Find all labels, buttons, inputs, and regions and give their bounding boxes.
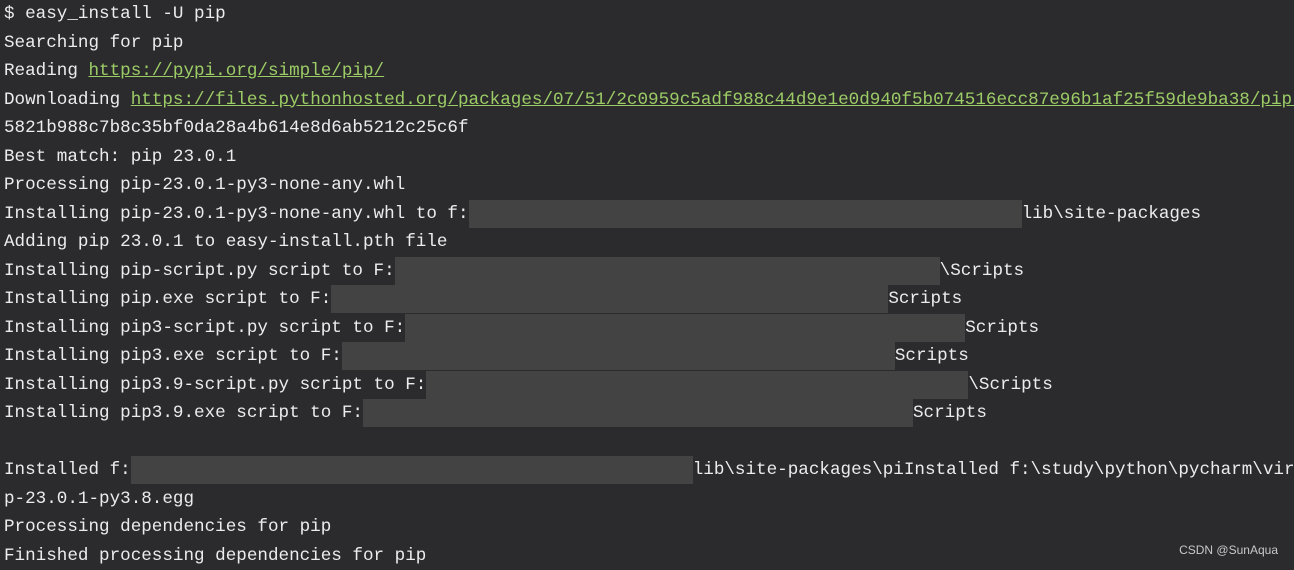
line-text: lib\site-packages\piInstalled f:\study\p… (693, 460, 1294, 480)
redacted-path (405, 314, 965, 342)
line-text: \Scripts (940, 261, 1024, 281)
output-line: p-23.0.1-py3.8.egg (4, 485, 1294, 514)
output-line: 5821b988c7b8c35bf0da28a4b614e8d6ab5212c2… (4, 114, 1294, 143)
output-line: Installing pip.exe script to F: Scripts (4, 285, 1294, 314)
redacted-path (395, 257, 940, 285)
redacted-path (342, 342, 895, 370)
line-text: Installing pip3-script.py script to F: (4, 318, 405, 338)
output-line: Installing pip3-script.py script to F: Sc… (4, 314, 1294, 343)
line-text: Scripts (888, 289, 962, 309)
output-line: Installing pip-script.py script to F: \Sc… (4, 257, 1294, 286)
output-line: Installing pip-23.0.1-py3-none-any.whl t… (4, 200, 1294, 229)
output-line: Installing pip3.exe script to F: Scripts (4, 342, 1294, 371)
reading-link[interactable]: https://pypi.org/simple/pip/ (88, 61, 384, 81)
output-line: Installed f: lib\site-packages\piInstalle… (4, 456, 1294, 485)
watermark: CSDN @SunAqua (1179, 543, 1278, 557)
output-line: Processing dependencies for pip (4, 513, 1294, 542)
line-text: \Scripts (968, 375, 1052, 395)
output-line: Processing pip-23.0.1-py3-none-any.whl (4, 171, 1294, 200)
output-line: Adding pip 23.0.1 to easy-install.pth fi… (4, 228, 1294, 257)
line-text: Installing pip-23.0.1-py3-none-any.whl t… (4, 204, 469, 224)
output-line: Best match: pip 23.0.1 (4, 143, 1294, 172)
line-text: Installing pip3.9.exe script to F: (4, 403, 363, 423)
terminal-output: $ easy_install -U pip Searching for pip … (4, 0, 1294, 570)
output-line: Finished processing dependencies for pip (4, 542, 1294, 570)
output-line: Searching for pip (4, 29, 1294, 58)
reading-label: Reading (4, 61, 88, 81)
blank-line (4, 428, 1294, 457)
downloading-label: Downloading (4, 90, 131, 110)
downloading-link[interactable]: https://files.pythonhosted.org/packages/… (131, 90, 1294, 110)
line-text: Installing pip3.9-script.py script to F: (4, 375, 426, 395)
line-text: Scripts (895, 346, 969, 366)
line-text: Installing pip.exe script to F: (4, 289, 331, 309)
line-text: Scripts (913, 403, 987, 423)
line-text: Scripts (965, 318, 1039, 338)
output-line: Downloading https://files.pythonhosted.o… (4, 86, 1294, 115)
line-text: Installing pip3.exe script to F: (4, 346, 342, 366)
redacted-path (469, 200, 1022, 228)
line-text: Installing pip-script.py script to F: (4, 261, 395, 281)
output-line: Installing pip3.9-script.py script to F:… (4, 371, 1294, 400)
command-line: $ easy_install -U pip (4, 0, 1294, 29)
output-line: Installing pip3.9.exe script to F: Script… (4, 399, 1294, 428)
output-line: Reading https://pypi.org/simple/pip/ (4, 57, 1294, 86)
redacted-path (363, 399, 913, 427)
redacted-path (131, 456, 693, 484)
line-text: lib\site-packages (1022, 204, 1202, 224)
line-text: Installed f: (4, 460, 131, 480)
redacted-path (331, 285, 888, 313)
redacted-path (426, 371, 968, 399)
